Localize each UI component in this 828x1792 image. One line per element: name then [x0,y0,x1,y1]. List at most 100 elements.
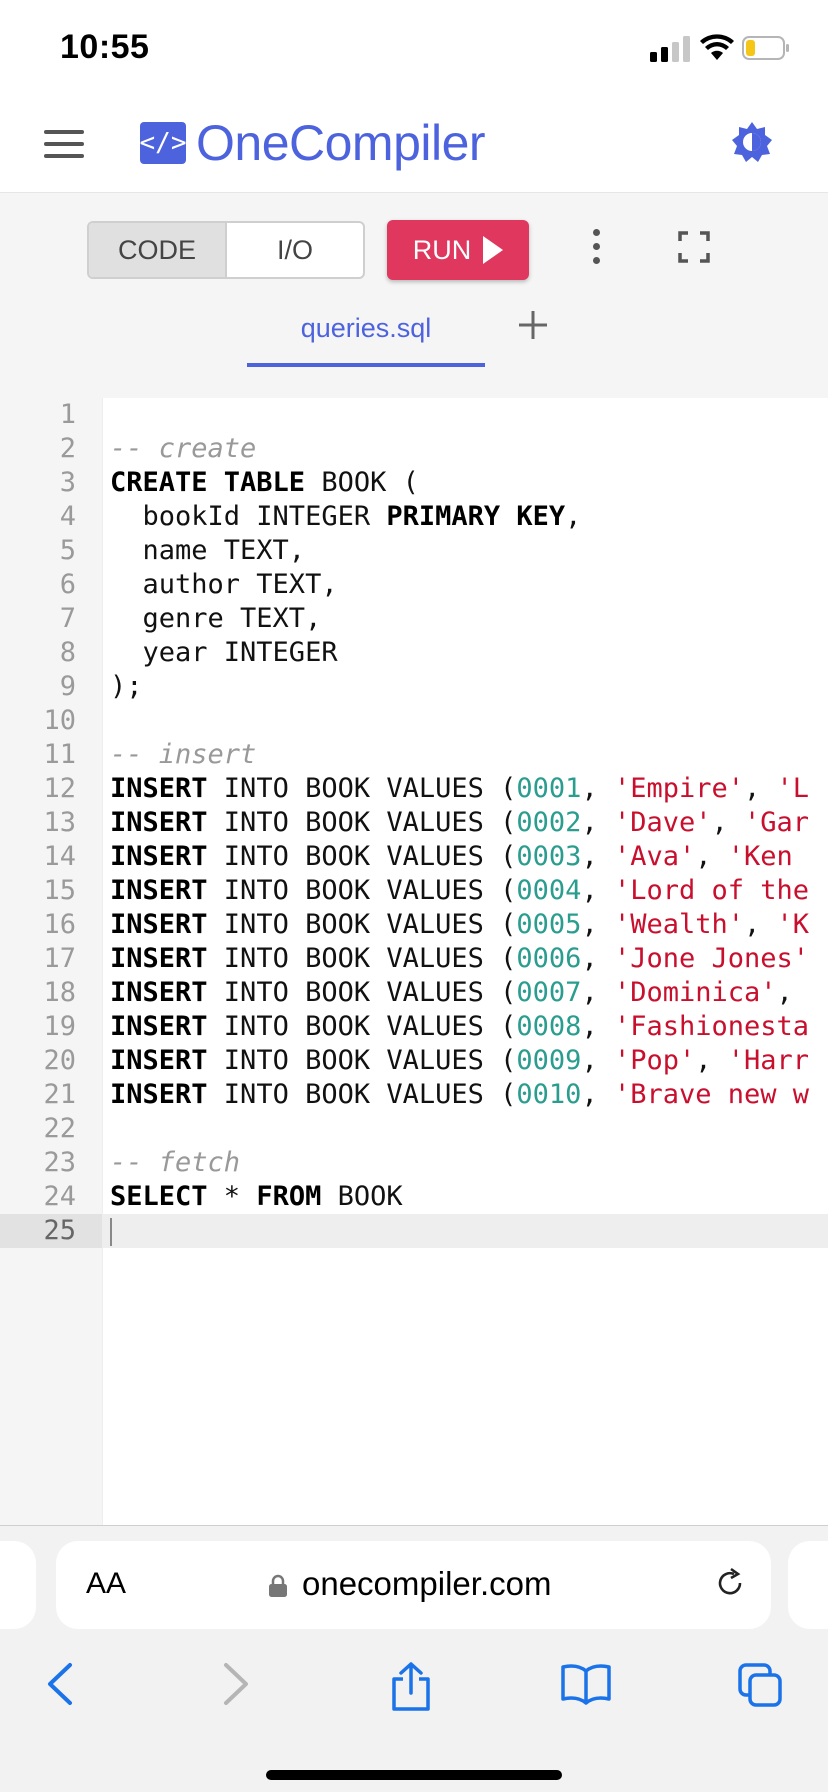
code-token: 'Ava' [613,841,696,872]
code-line[interactable]: name TEXT, [102,534,828,568]
line-number: 3 [59,467,76,498]
code-token: 'Jone Jones' [613,943,810,974]
code-line[interactable]: INSERT INTO BOOK VALUES (0001, 'Empire',… [102,772,828,806]
code-token: INTO BOOK VALUES ( [207,1045,517,1076]
code-token: INTO BOOK VALUES ( [207,773,517,804]
code-line[interactable] [102,1112,828,1146]
line-number: 7 [59,603,76,634]
code-token: , [711,807,745,838]
code-line[interactable]: INSERT INTO BOOK VALUES (0004, 'Lord of … [102,874,828,908]
code-token: 'Pop' [613,1045,696,1076]
code-line[interactable]: -- insert [102,738,828,772]
line-number: 11 [43,739,76,770]
code-token: genre TEXT, [110,603,322,634]
status-time: 10:55 [60,28,150,66]
line-number: 16 [43,909,76,940]
line-number: 1 [59,399,76,430]
code-line[interactable]: author TEXT, [102,568,828,602]
line-number: 23 [43,1147,76,1178]
bookmarks-icon[interactable] [560,1661,612,1705]
code-line[interactable]: bookId INTEGER PRIMARY KEY, [102,500,828,534]
code-token: SELECT [110,1181,208,1212]
reader-settings-button[interactable]: AA [86,1567,126,1601]
line-number: 6 [59,569,76,600]
code-line[interactable]: CREATE TABLE BOOK ( [102,466,828,500]
signal-icon [650,36,690,62]
code-token: INTO BOOK VALUES ( [207,977,517,1008]
menu-icon[interactable] [44,130,84,158]
code-editor[interactable]: 1 2 3 4 5 6 7 8 9 10 11 12 13 14 15 16 17 18 19 20 21 22 23 24 2… [0,398,828,1526]
forward-icon[interactable] [218,1661,254,1707]
logo[interactable]: </> OneCompiler [140,114,486,172]
code-token: name TEXT, [110,535,306,566]
code-token: 0006 [516,943,582,974]
code-token: ); [110,671,143,702]
code-line[interactable]: INSERT INTO BOOK VALUES (0007, 'Dominica… [102,976,828,1010]
code-line[interactable]: INSERT INTO BOOK VALUES (0009, 'Pop', 'H… [102,1044,828,1078]
code-token: , [744,773,777,804]
line-number: 5 [59,535,76,566]
code-token: INSERT [110,1045,208,1076]
code-line[interactable]: INSERT INTO BOOK VALUES (0002, 'Dave', '… [102,806,828,840]
line-number: 10 [43,705,76,736]
code-token: INSERT [110,943,208,974]
code-line[interactable] [102,1214,828,1248]
code-token: year INTEGER [110,637,338,668]
url-text: onecompiler.com [302,1565,552,1602]
code-token: INTO BOOK VALUES ( [207,1011,517,1042]
code-token: 'Lord of the [613,875,810,906]
logo-badge: </> [140,122,186,164]
code-line[interactable]: INSERT INTO BOOK VALUES (0010, 'Brave ne… [102,1078,828,1112]
io-tab-button[interactable]: I/O [227,223,363,277]
line-number: 22 [43,1113,76,1144]
view-toggle: CODE I/O [87,221,365,279]
code-line[interactable]: INSERT INTO BOOK VALUES (0003, 'Ava', 'K… [102,840,828,874]
code-token: INSERT [110,841,208,872]
code-line[interactable]: year INTEGER [102,636,828,670]
code-line[interactable]: -- fetch [102,1146,828,1180]
theme-toggle-icon[interactable] [730,120,774,164]
code-token: author TEXT, [110,569,338,600]
line-number: 24 [43,1181,76,1212]
code-token: , [581,875,614,906]
code-token: FROM [256,1181,322,1212]
code-token: 'Brave new w [613,1079,810,1110]
code-line[interactable]: -- create [102,432,828,466]
code-tab-button[interactable]: CODE [89,223,227,277]
code-token: INSERT [110,1079,208,1110]
code-token: CREATE TABLE [110,467,306,498]
tab-queries-sql[interactable]: queries.sql [247,293,485,367]
code-token: 'Gar [744,807,810,838]
code-token: 'K [776,909,810,940]
plus-icon[interactable] [515,307,551,343]
back-icon[interactable] [42,1661,78,1707]
previous-tab-pill[interactable] [0,1541,36,1629]
code-token: 'Dave' [613,807,712,838]
code-token: , [695,1045,728,1076]
code-area[interactable]: -- create CREATE TABLE BOOK ( bookId INTE… [102,398,828,1526]
code-line[interactable] [102,704,828,738]
status-bar: 10:55 [0,0,828,96]
code-token: 'Harr [727,1045,810,1076]
code-token: 'Wealth' [613,909,744,940]
tabs-icon[interactable] [736,1661,784,1709]
code-token: INSERT [110,773,208,804]
code-line[interactable]: SELECT * FROM BOOK [102,1180,828,1214]
next-tab-pill[interactable] [788,1541,828,1629]
address-bar[interactable]: AA onecompiler.com [56,1541,771,1629]
run-button[interactable]: RUN [387,220,529,280]
code-token: BOOK [321,1181,403,1212]
fullscreen-icon[interactable] [678,231,710,263]
code-line[interactable]: genre TEXT, [102,602,828,636]
code-line[interactable]: INSERT INTO BOOK VALUES (0008, 'Fashione… [102,1010,828,1044]
code-token: -- create [110,433,257,464]
more-vertical-icon[interactable] [588,229,604,271]
code-line[interactable]: INSERT INTO BOOK VALUES (0006, 'Jone Jon… [102,942,828,976]
code-line[interactable]: ); [102,670,828,704]
code-token: , [695,841,728,872]
code-token: INTO BOOK VALUES ( [207,943,517,974]
share-icon[interactable] [388,1661,434,1713]
code-line[interactable] [102,398,828,432]
code-line[interactable]: INSERT INTO BOOK VALUES (0005, 'Wealth',… [102,908,828,942]
reload-icon[interactable] [712,1565,748,1601]
